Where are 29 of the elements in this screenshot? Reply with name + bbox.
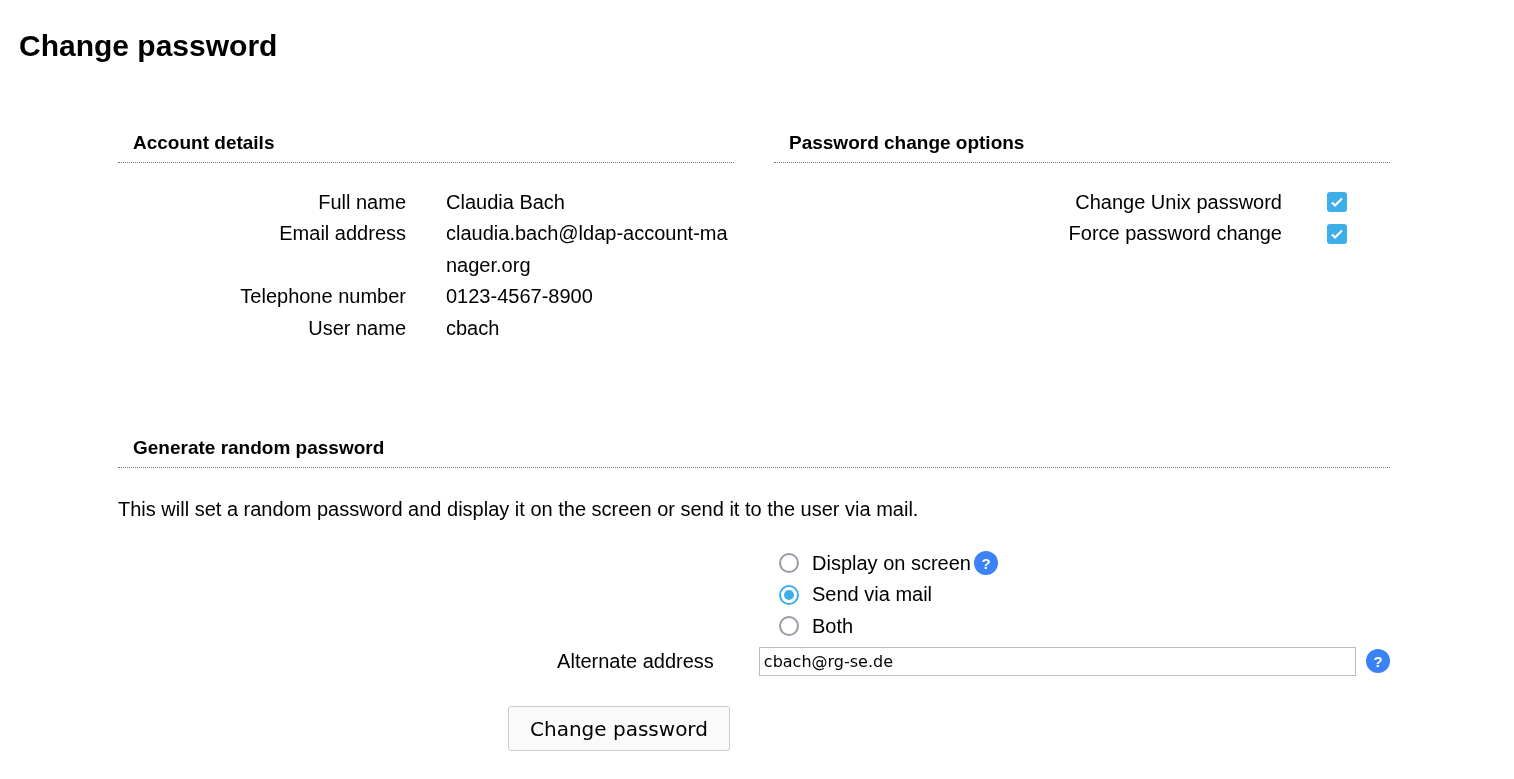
checkbox[interactable] <box>1327 192 1347 213</box>
option-label: Change Unix password <box>1075 189 1282 215</box>
section-heading: Password change options <box>774 129 1390 163</box>
field-label: Email address <box>278 221 406 246</box>
field-label: User name <box>307 315 406 341</box>
checkmark-icon <box>1330 195 1344 210</box>
description: This will set a random password and display it on the screen or send it to the user via mail. <box>118 496 920 522</box>
field-value: Claudia Bach <box>446 189 566 215</box>
option-label: Force password change <box>1068 221 1282 246</box>
field-value: cbach <box>446 315 501 341</box>
section-heading: Account details <box>118 129 734 163</box>
field-label: Alternate address <box>556 649 714 674</box>
help-icon[interactable]: ? <box>973 551 998 576</box>
field-value: 0123-4567-8900 <box>446 284 594 309</box>
radio-label: Send via mail <box>812 582 933 607</box>
change-password-button[interactable]: Change password <box>508 706 730 751</box>
field-label: Full name <box>317 189 406 215</box>
radio-label: Display on screen <box>812 550 971 576</box>
radio-button[interactable] <box>779 584 799 605</box>
radio-button[interactable] <box>779 553 799 574</box>
field-label: Telephone number <box>239 284 406 309</box>
page-title: Change password <box>18 28 279 64</box>
radio-label: Both <box>812 613 854 639</box>
radio-button[interactable] <box>779 616 799 637</box>
help-icon[interactable]: ? <box>1366 649 1390 673</box>
checkbox[interactable] <box>1327 223 1347 244</box>
alternate-address-field[interactable]: cbach@rg-se.de <box>758 646 1356 676</box>
field-value: claudia.bach@ldap-account-manager.org <box>446 221 729 278</box>
section-heading: Generate random password <box>118 434 1390 468</box>
